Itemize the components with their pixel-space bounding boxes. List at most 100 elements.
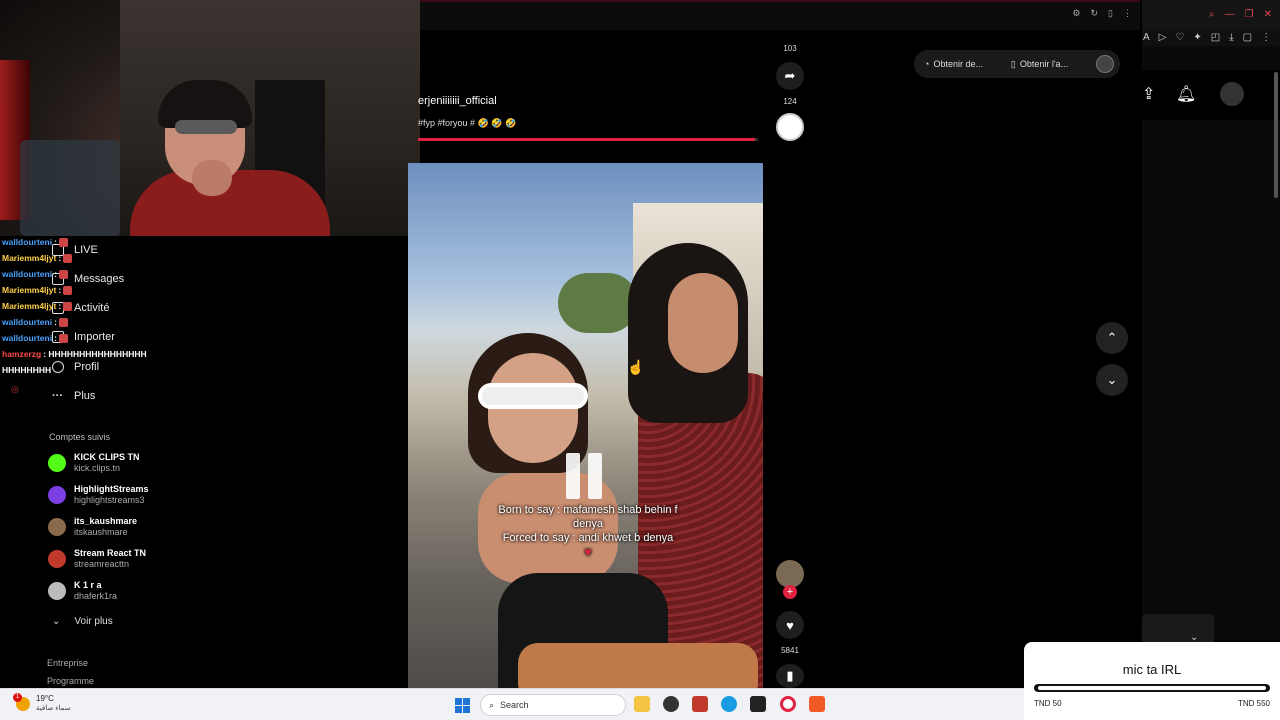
emote-icon [63,285,73,295]
share-button[interactable]: ➦ [776,62,804,90]
chevron-down-icon: ⌄ [1106,372,1118,387]
app-red-icon[interactable] [692,696,708,712]
streamer [130,80,330,236]
video-sunglasses [478,383,588,409]
chat-line: walldourteni : [2,330,162,346]
caption-line-2: Forced to say : andi khwet b denya [502,532,674,544]
footer-program-link[interactable]: Programme [47,676,94,686]
video-progress-bar[interactable] [418,138,758,141]
donation-goal-widget: mic ta IRL TND 50 TND 550 [1024,642,1280,720]
window-controls: ⌕ — ❐ ✕ [1209,9,1272,20]
see-more-button[interactable]: ⌄ Voir plus [52,616,113,627]
kebab-menu-icon[interactable]: ⋮ [1261,32,1271,43]
account-name: Stream React TN [74,548,147,558]
followed-account-0[interactable]: KICK CLIPS TN kick.clips.tn [48,452,140,474]
account-names: KICK CLIPS TN kick.clips.tn [74,452,140,474]
taskbar-search[interactable]: ⌕ Search [480,694,626,716]
extensions-icon[interactable]: ✦ [1193,32,1201,43]
extension-icon[interactable]: ▯ [1108,8,1113,19]
collapsed-panel[interactable] [1142,614,1214,642]
get-desktop-button[interactable]: ◔ Obtenir de... [924,59,983,69]
nav-more-label: Plus [74,390,96,402]
webcam-shelf [20,140,120,236]
chevron-down-icon: ⌄ [52,616,61,627]
followed-account-4[interactable]: K 1 r a dhaferk1ra [48,580,117,602]
emote-icon [58,333,68,343]
windows-logo-icon [455,698,462,705]
streamer-glasses [175,120,237,134]
previous-video-button[interactable]: ⌃ [1096,322,1128,354]
minimize-icon[interactable]: — [1225,9,1235,20]
user-avatar[interactable] [1095,55,1114,73]
edge-icon[interactable] [721,696,737,712]
next-video-button[interactable]: ⌄ [1096,364,1128,396]
emote-icon [58,317,68,327]
comment-count: 103 [783,44,797,53]
app-dark-icon[interactable] [750,696,766,712]
obs-icon[interactable] [663,696,679,712]
weather-widget[interactable]: 1 19°C سماء صافية [13,693,71,714]
emote-icon [58,269,68,279]
search-icon[interactable]: ⌕ [1209,9,1215,20]
toolbar-icons: A ▷ ♡ ✦ ◰ ⤓ ▢ ⋮ [1143,32,1271,43]
screenshot-icon[interactable]: ▢ [1243,32,1252,43]
account-handle: streamreacttn [74,559,130,569]
maximize-icon[interactable]: ❐ [1245,9,1254,20]
settings-icon[interactable]: ◎ [11,384,19,395]
bell-icon[interactable]: 🔔︎ [1176,84,1196,104]
get-app-button[interactable]: ▯ Obtenir l'a... [1011,59,1068,70]
upload-icon[interactable]: ⇪ [1142,84,1155,104]
translate-icon[interactable]: A [1143,32,1150,43]
account-name: KICK CLIPS TN [74,452,140,462]
brave-icon[interactable] [809,696,825,712]
notification-badge: 1 [13,693,22,702]
reload-icon[interactable]: ↻ [1091,8,1099,19]
windows-logo-icon [463,698,470,705]
chat-line: walldourteni : [2,266,162,282]
follow-plus-icon[interactable]: + [783,585,797,599]
windows-logo-icon [455,706,462,713]
post-username[interactable]: erjeniiiiiii_official [418,95,497,107]
nav-more[interactable]: ··· Plus [52,390,95,402]
donation-min: TND 50 [1034,699,1062,708]
scrollbar[interactable] [1274,72,1278,198]
heart-outline-icon[interactable]: ♡ [1175,32,1184,43]
footer-company-link[interactable]: Entreprise [47,658,88,668]
settings-icon[interactable]: ⚙ [1072,8,1080,19]
download-icon[interactable]: ⤓ [1229,32,1233,43]
start-button[interactable] [455,698,470,713]
pause-icon[interactable] [566,453,606,499]
heart-icon: ♥ [786,617,794,633]
account-name: its_kaushmare [74,516,138,526]
opera-icon[interactable] [780,696,796,712]
bookmark-button[interactable]: ▮ [776,664,804,688]
emote-icon [63,253,73,263]
creator-avatar[interactable] [776,560,804,588]
account-name: HighlightStreams [74,484,149,494]
followed-account-2[interactable]: its_kaushmare itskaushmare [48,516,137,538]
topbar-accent-line [420,0,1140,2]
video-player[interactable]: ☝ Born to say : mafamesh shab behin f de… [408,163,763,688]
video-face [668,273,738,373]
wallet-icon[interactable]: ◰ [1211,32,1220,43]
sun-icon: 1 [13,693,30,711]
share-arrow-icon: ➦ [784,68,796,83]
kebab-menu-icon[interactable]: ⋮ [1123,8,1132,19]
chat-user: Mariemm4ljyt [2,253,57,263]
play-icon[interactable]: ▷ [1159,32,1167,43]
profile-avatar[interactable] [1220,82,1244,106]
post-hashtags[interactable]: #fyp #foryou # 🤣 🤣 🤣 [418,118,516,129]
search-label: Search [500,700,529,710]
file-explorer-icon[interactable] [634,696,650,712]
chat-user: hamzerzg [2,349,42,359]
close-icon[interactable]: ✕ [1264,9,1272,20]
bookmark-icon: ▮ [786,668,794,683]
chat-user: walldourteni [2,317,53,327]
video-caption: Born to say : mafamesh shab behin f deny… [483,503,693,559]
like-button[interactable]: ♥ [776,611,804,639]
music-disc-icon[interactable] [776,113,804,141]
followed-account-3[interactable]: Stream React TN streamreacttn [48,548,146,570]
heart-emoji-icon: ♥ [584,545,592,559]
followed-account-1[interactable]: HighlightStreams highlightstreams3 [48,484,149,506]
pause-bar [588,453,602,499]
